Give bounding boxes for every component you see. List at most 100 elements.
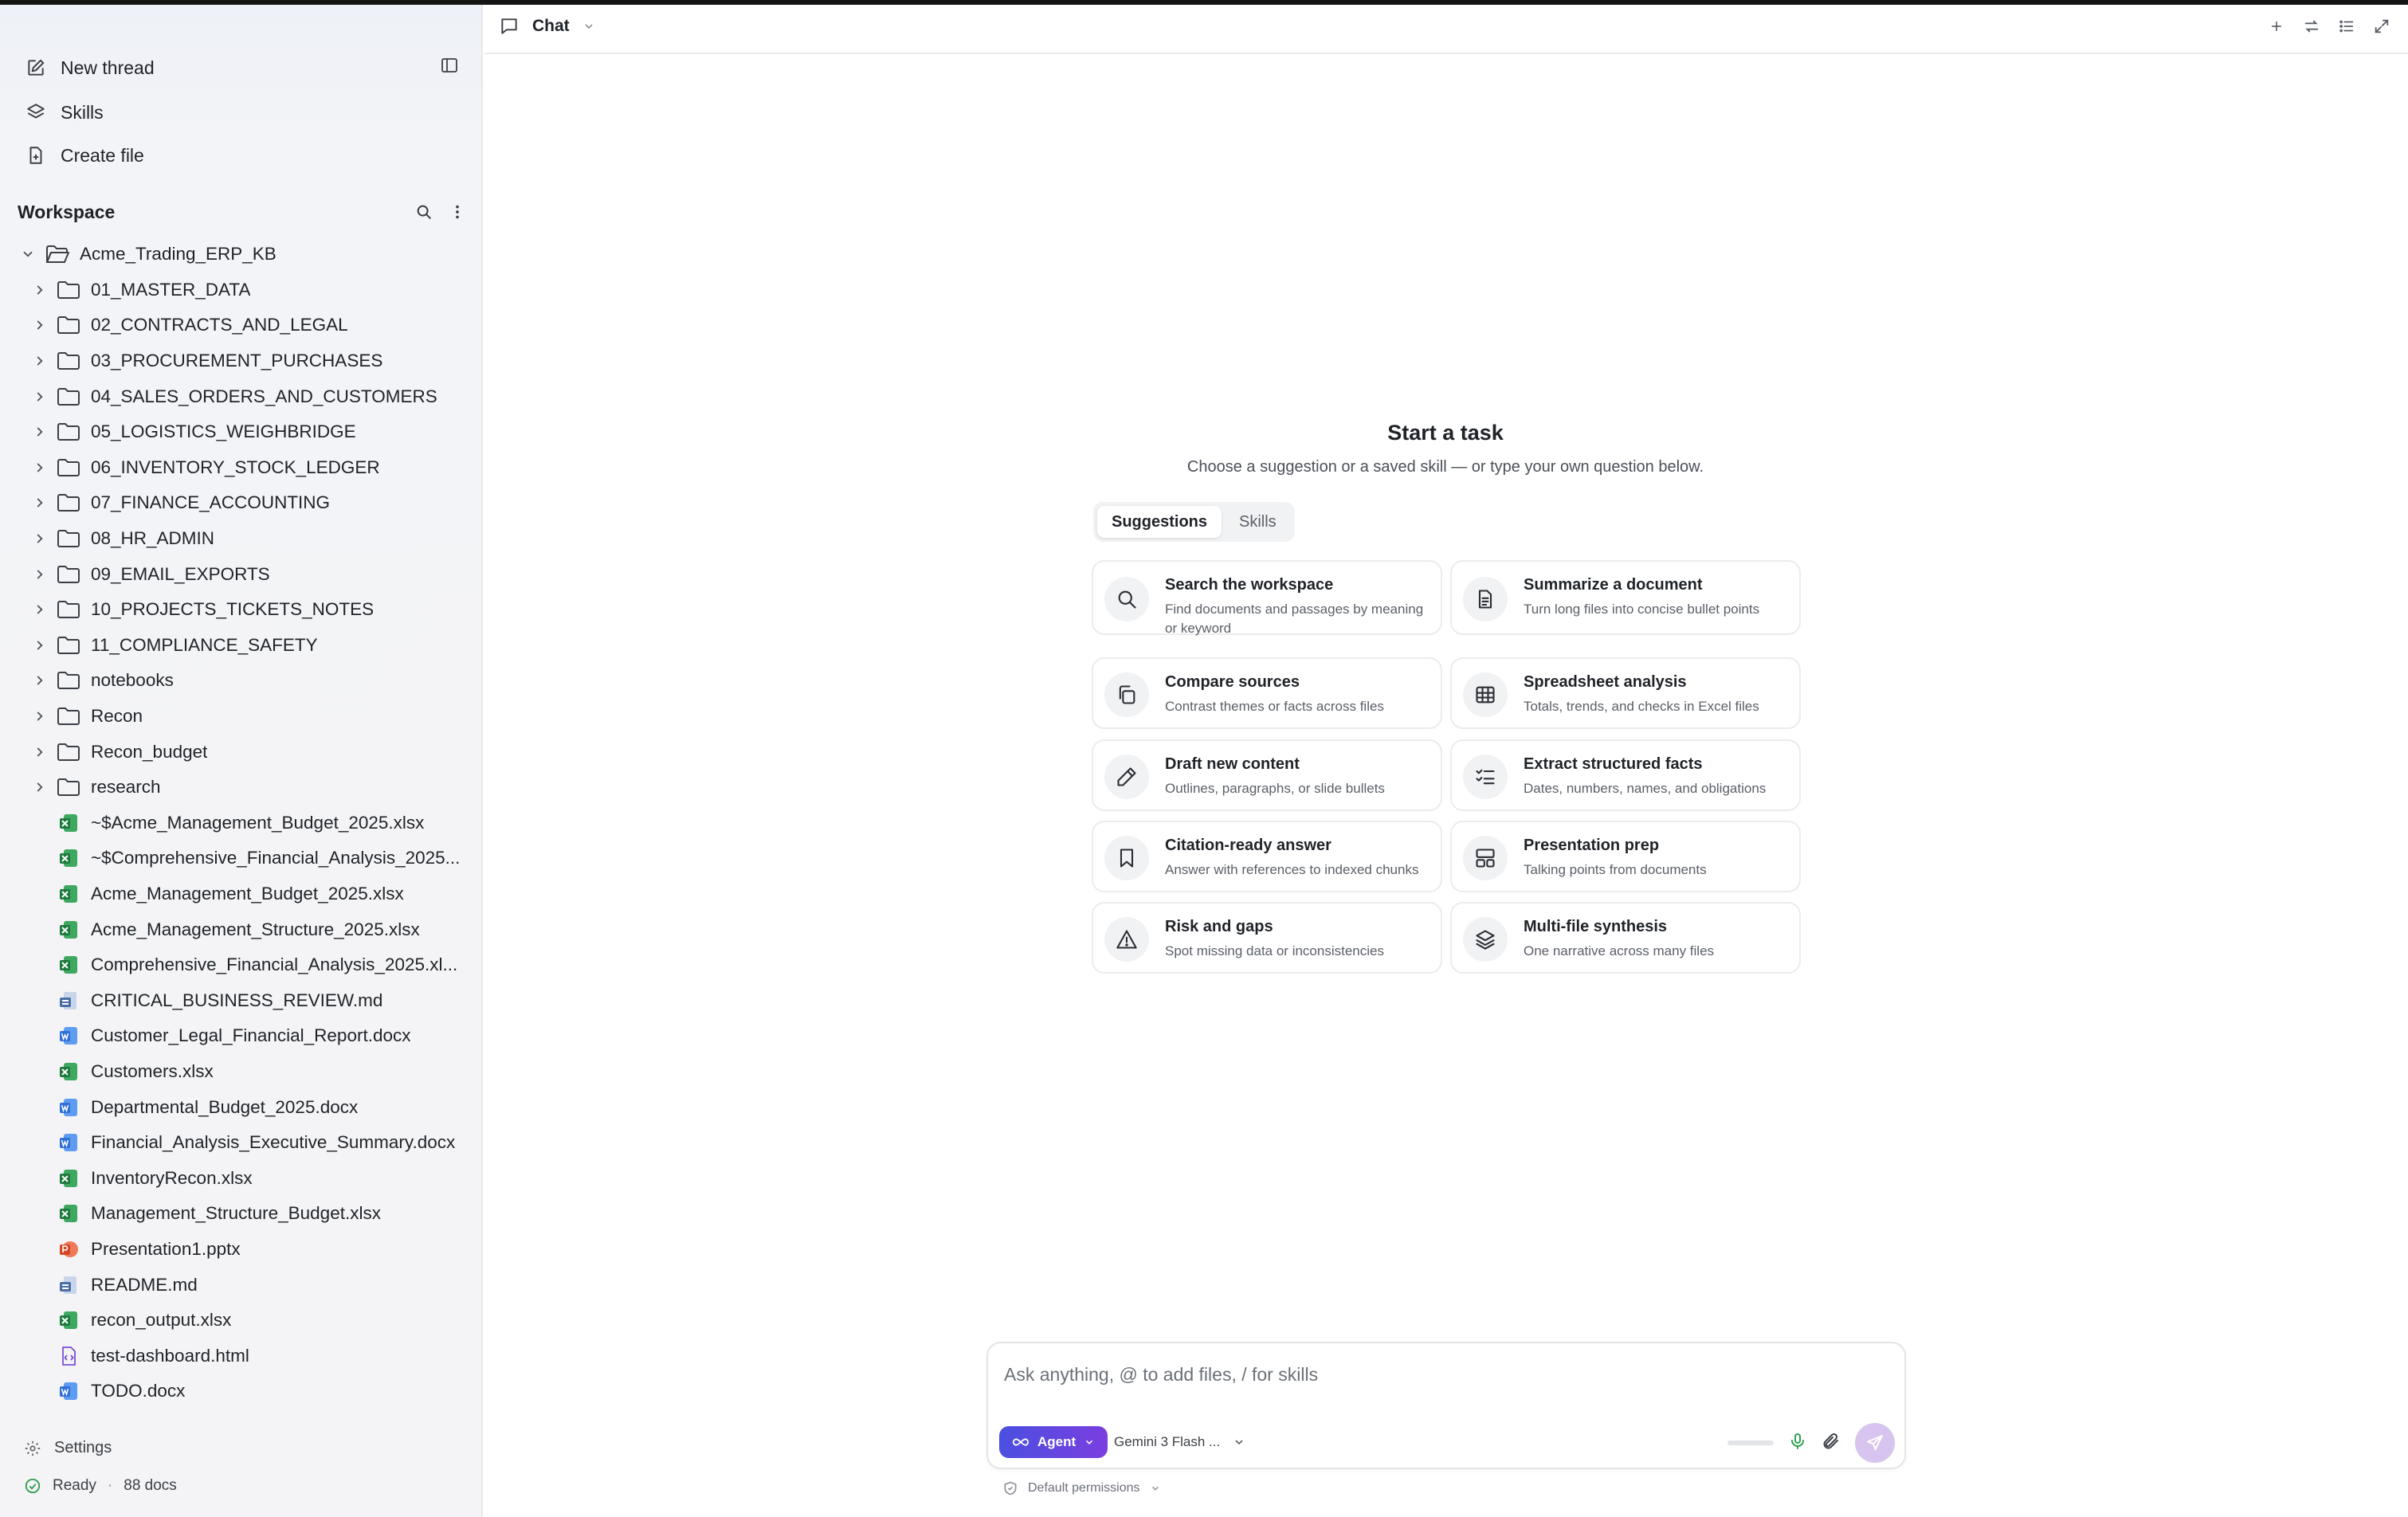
tree-root-folder[interactable]: Acme_Trading_ERP_KB bbox=[0, 237, 481, 272]
markdown-file-icon bbox=[57, 1274, 80, 1296]
chevron-right-icon[interactable] bbox=[32, 495, 48, 511]
tree-file[interactable]: InventoryRecon.xlsx bbox=[0, 1160, 481, 1196]
tree-folder[interactable]: 02_CONTRACTS_AND_LEGAL bbox=[0, 308, 481, 343]
tree-file[interactable]: CRITICAL_BUSINESS_REVIEW.md bbox=[0, 982, 481, 1018]
agent-label: Agent bbox=[1037, 1434, 1077, 1449]
tree-folder[interactable]: research bbox=[0, 770, 481, 806]
chevron-right-icon[interactable] bbox=[32, 744, 48, 760]
chat-mode-selector[interactable]: Chat bbox=[499, 16, 595, 37]
chevron-right-icon[interactable] bbox=[32, 424, 48, 440]
tree-folder[interactable]: 03_PROCUREMENT_PURCHASES bbox=[0, 343, 481, 379]
chevron-right-icon[interactable] bbox=[32, 389, 48, 405]
tree-file[interactable]: recon_output.xlsx bbox=[0, 1303, 481, 1339]
suggestion-card[interactable]: Risk and gaps Spot missing data or incons… bbox=[1092, 902, 1442, 974]
tree-folder-label: 11_COMPLIANCE_SAFETY bbox=[91, 634, 318, 655]
expand-button[interactable] bbox=[2371, 16, 2392, 37]
chevron-right-icon[interactable] bbox=[32, 672, 48, 688]
tree-folder[interactable]: 07_FINANCE_ACCOUNTING bbox=[0, 485, 481, 521]
card-description: Answer with references to indexed chunks bbox=[1165, 862, 1419, 877]
tab-skills[interactable]: Skills bbox=[1225, 506, 1291, 538]
tree-folder[interactable]: Recon bbox=[0, 699, 481, 735]
excel-file-icon bbox=[57, 847, 80, 869]
agent-mode-button[interactable]: Agent bbox=[999, 1426, 1108, 1458]
create-file-button[interactable]: Create file bbox=[25, 137, 144, 174]
workspace-more-button[interactable] bbox=[443, 198, 472, 226]
tree-folder[interactable]: 04_SALES_ORDERS_AND_CUSTOMERS bbox=[0, 378, 481, 414]
skills-label: Skills bbox=[61, 101, 104, 123]
tree-folder[interactable]: 01_MASTER_DATA bbox=[0, 272, 481, 308]
send-button[interactable] bbox=[1855, 1423, 1895, 1463]
excel-file-icon bbox=[57, 954, 80, 976]
tree-file[interactable]: ~$Comprehensive_Financial_Analysis_2025.… bbox=[0, 841, 481, 876]
chevron-right-icon[interactable] bbox=[32, 531, 48, 547]
tree-file[interactable]: test-dashboard.html bbox=[0, 1338, 481, 1374]
suggestion-card[interactable]: Extract structured facts Dates, numbers, … bbox=[1450, 739, 1801, 811]
tree-file-label: ~$Acme_Management_Budget_2025.xlsx bbox=[91, 812, 425, 833]
attach-button[interactable] bbox=[1822, 1432, 1841, 1455]
chevron-right-icon[interactable] bbox=[32, 779, 48, 795]
tree-file[interactable]: README.md bbox=[0, 1267, 481, 1303]
tree-folder[interactable]: Recon_budget bbox=[0, 734, 481, 770]
excel-file-icon bbox=[57, 883, 80, 905]
composer-input[interactable]: Ask anything, @ to add files, / for skil… bbox=[1004, 1364, 1318, 1386]
suggestion-card[interactable]: Presentation prep Talking points from doc… bbox=[1450, 821, 1801, 892]
model-selector[interactable]: Gemini 3 Flash ... bbox=[1114, 1426, 1245, 1458]
chevron-down-icon bbox=[585, 24, 593, 29]
tree-folder-label: 08_HR_ADMIN bbox=[91, 528, 215, 549]
suggestion-card[interactable]: Compare sources Contrast themes or facts … bbox=[1092, 657, 1442, 729]
chevron-right-icon[interactable] bbox=[32, 353, 48, 369]
more-vertical-icon bbox=[456, 205, 459, 219]
suggestion-card[interactable]: Spreadsheet analysis Totals, trends, and … bbox=[1450, 657, 1801, 729]
chevron-right-icon[interactable] bbox=[32, 708, 48, 724]
chevron-right-icon[interactable] bbox=[32, 282, 48, 298]
chevron-right-icon[interactable] bbox=[32, 602, 48, 617]
tree-file[interactable]: Acme_Management_Structure_2025.xlsx bbox=[0, 911, 481, 947]
chevron-right-icon[interactable] bbox=[32, 460, 48, 476]
settings-label: Settings bbox=[54, 1439, 112, 1456]
word-file-icon bbox=[57, 1025, 80, 1047]
collapse-sidebar-button[interactable] bbox=[437, 53, 462, 78]
suggestion-card[interactable]: Summarize a document Turn long files into… bbox=[1450, 560, 1801, 635]
permissions-selector[interactable]: Default permissions bbox=[1002, 1480, 1161, 1496]
tree-file[interactable]: TODO.docx bbox=[0, 1374, 481, 1409]
tree-file[interactable]: Comprehensive_Financial_Analysis_2025.xl… bbox=[0, 947, 481, 983]
chevron-right-icon[interactable] bbox=[32, 637, 48, 653]
history-list-button[interactable] bbox=[2336, 16, 2357, 37]
new-chat-button[interactable] bbox=[2266, 16, 2287, 37]
permissions-label: Default permissions bbox=[1028, 1481, 1140, 1495]
suggestion-card[interactable]: Multi-file synthesis One narrative across… bbox=[1450, 902, 1801, 974]
context-slider[interactable] bbox=[1728, 1441, 1774, 1445]
tree-folder[interactable]: 11_COMPLIANCE_SAFETY bbox=[0, 628, 481, 664]
voice-input-button[interactable] bbox=[1788, 1432, 1807, 1455]
tree-folder[interactable]: 05_LOGISTICS_WEIGHBRIDGE bbox=[0, 414, 481, 450]
suggestion-card[interactable]: Search the workspace Find documents and p… bbox=[1092, 560, 1442, 636]
tab-suggestions[interactable]: Suggestions bbox=[1097, 506, 1222, 538]
swap-button[interactable] bbox=[2301, 16, 2322, 37]
layers-icon bbox=[1463, 917, 1508, 962]
workspace-search-button[interactable] bbox=[410, 198, 438, 226]
tree-folder[interactable]: 09_EMAIL_EXPORTS bbox=[0, 556, 481, 592]
suggestion-card[interactable]: Draft new content Outlines, paragraphs, o… bbox=[1092, 739, 1442, 811]
settings-button[interactable]: Settings bbox=[24, 1439, 112, 1457]
tree-file[interactable]: Departmental_Budget_2025.docx bbox=[0, 1089, 481, 1125]
tree-file[interactable]: Customers.xlsx bbox=[0, 1054, 481, 1090]
skills-button[interactable]: Skills bbox=[25, 94, 104, 131]
tree-folder[interactable]: 06_INVENTORY_STOCK_LEDGER bbox=[0, 450, 481, 486]
tree-file[interactable]: Acme_Management_Budget_2025.xlsx bbox=[0, 876, 481, 912]
tree-file[interactable]: Financial_Analysis_Executive_Summary.doc… bbox=[0, 1125, 481, 1161]
excel-file-icon bbox=[57, 1202, 80, 1225]
tree-folder[interactable]: 10_PROJECTS_TICKETS_NOTES bbox=[0, 592, 481, 628]
tree-folder[interactable]: notebooks bbox=[0, 663, 481, 699]
tree-file[interactable]: Presentation1.pptx bbox=[0, 1232, 481, 1268]
tree-file[interactable]: Management_Structure_Budget.xlsx bbox=[0, 1196, 481, 1232]
tree-folder[interactable]: 08_HR_ADMIN bbox=[0, 521, 481, 557]
chevron-down-icon[interactable] bbox=[20, 246, 36, 262]
tree-file[interactable]: ~$Acme_Management_Budget_2025.xlsx bbox=[0, 806, 481, 841]
tree-folder-label: Recon bbox=[91, 706, 143, 727]
chevron-right-icon[interactable] bbox=[32, 566, 48, 582]
chevron-right-icon[interactable] bbox=[32, 317, 48, 333]
tree-file[interactable]: Customer_Legal_Financial_Report.docx bbox=[0, 1018, 481, 1054]
new-thread-button[interactable]: New thread bbox=[25, 49, 155, 86]
suggestion-card[interactable]: Citation-ready answer Answer with referen… bbox=[1092, 821, 1442, 892]
microphone-icon bbox=[1791, 1433, 1804, 1449]
